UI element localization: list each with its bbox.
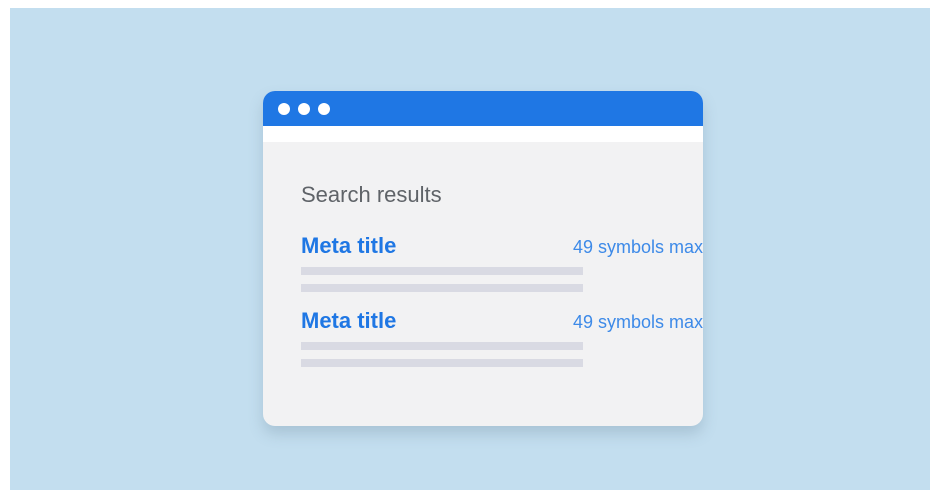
result-meta-title[interactable]: Meta title: [301, 308, 396, 334]
address-bar-strip: [263, 126, 703, 142]
browser-window: Search results Meta title 49 symbols max…: [263, 91, 703, 426]
description-placeholder-line: [301, 267, 583, 275]
description-placeholder-line: [301, 284, 583, 292]
search-results-heading: Search results: [301, 182, 442, 207]
window-dot-icon: [298, 103, 310, 115]
illustration-background: Search results Meta title 49 symbols max…: [10, 8, 930, 490]
result-character-limit: 49 symbols max: [572, 312, 703, 332]
window-titlebar: [263, 91, 703, 126]
result-character-limit: 49 symbols max: [572, 237, 703, 257]
window-dot-icon: [318, 103, 330, 115]
result-meta-title[interactable]: Meta title: [301, 233, 396, 259]
search-result-item: Meta title 49 symbols max: [301, 308, 703, 368]
description-placeholder-line: [301, 359, 583, 367]
search-result-item: Meta title 49 symbols max: [301, 233, 703, 293]
window-dot-icon: [278, 103, 290, 115]
description-placeholder-line: [301, 342, 583, 350]
